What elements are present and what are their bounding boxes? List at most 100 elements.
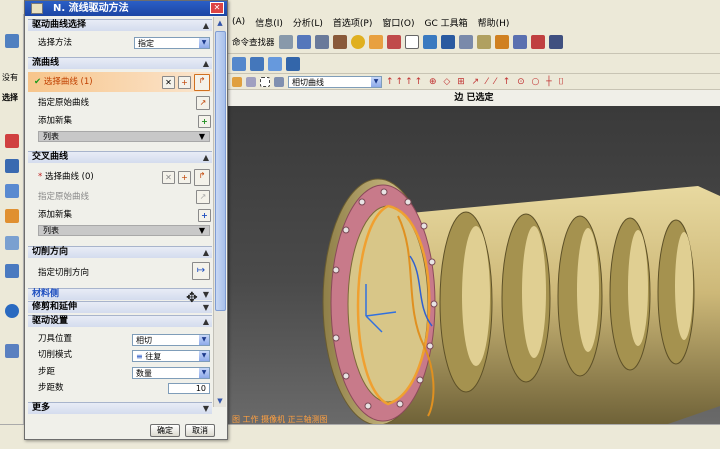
cut-direction-row: 指定切削方向: [28, 265, 212, 281]
part-icon[interactable]: [274, 76, 284, 87]
close-icon[interactable]: ✕: [210, 2, 224, 14]
check-icon: ✔: [34, 77, 42, 87]
dimension-icon[interactable]: [530, 34, 545, 49]
add-curve-icon[interactable]: +: [178, 171, 191, 184]
menu-item-analysis[interactable]: 分析(L): [293, 16, 323, 29]
scroll-down-icon[interactable]: ▼: [214, 395, 226, 407]
flow-list-bar[interactable]: 列表 ▼: [38, 131, 210, 142]
palette-icon[interactable]: [386, 34, 401, 49]
resource-geo-icon[interactable]: [5, 184, 19, 198]
cube-icon[interactable]: [422, 34, 437, 49]
menu-item-help[interactable]: 帮助(H): [478, 16, 510, 29]
cancel-button[interactable]: 取消: [185, 424, 215, 437]
spin-icon[interactable]: [512, 34, 527, 49]
section-title: 流曲线: [32, 58, 60, 68]
selection-method-select[interactable]: 指定 ▼: [134, 37, 210, 49]
menu-item-preferences[interactable]: 首选项(P): [333, 16, 372, 29]
selection-toolbar: 相切曲线 ▼ ↑↑↑↑ ⊕ ◇ ⊞ ↗ ⁄ ⁄ ↑ ⊙ ○ ┼ ⌷: [228, 74, 720, 90]
path3-icon[interactable]: [268, 56, 282, 71]
menu-item-window[interactable]: 窗口(O): [382, 16, 414, 29]
nx-application: (A) 信息(I) 分析(L) 首选项(P) 窗口(O) GC 工具箱 帮助(H…: [0, 0, 720, 449]
cross-list-bar[interactable]: 列表 ▼: [38, 225, 210, 236]
flow-add-set-label: 添加新集: [38, 116, 73, 126]
dialog-scrollbar[interactable]: ▲ ▼: [213, 17, 226, 407]
section-more[interactable]: 更多 ▼: [28, 402, 212, 414]
cross-select-curve-label: 选择曲线 (0): [44, 172, 94, 182]
select-icon[interactable]: [232, 76, 242, 87]
tool-position-select[interactable]: 相切 ▼: [132, 334, 210, 346]
curve-rule-select[interactable]: 相切曲线 ▼: [288, 75, 382, 88]
grid-icon[interactable]: [314, 34, 329, 49]
path4-icon[interactable]: [286, 56, 300, 71]
resource-info-icon[interactable]: [5, 344, 19, 358]
cut-direction-icon[interactable]: ↦: [192, 262, 210, 280]
chevron-up-icon: ▲: [202, 21, 209, 30]
section-material-side[interactable]: 材料侧 ▼: [28, 288, 212, 300]
resource-role-icon[interactable]: [5, 264, 19, 278]
resource-op-icon[interactable]: [5, 134, 19, 148]
resource-history-icon[interactable]: [5, 236, 19, 250]
resource-bar: 没有 选择: [0, 14, 24, 424]
arrow-icon[interactable]: [368, 34, 383, 49]
resource-method-icon[interactable]: [5, 209, 19, 223]
menu-item-a[interactable]: (A): [232, 17, 245, 27]
tool-icon[interactable]: [494, 34, 509, 49]
cut-mode-select[interactable]: ≡ 往复 ▼: [132, 350, 210, 362]
menu-item-info[interactable]: 信息(I): [255, 16, 283, 29]
flow-specify-origin-row: 指定原始曲线: [28, 95, 212, 111]
section-cross-curve[interactable]: 交叉曲线 ▲: [28, 151, 212, 163]
section-drive-settings[interactable]: 驱动设置 ▲: [28, 315, 212, 327]
snap-icons[interactable]: ↑↑↑↑ ⊕ ◇ ⊞ ↗ ⁄ ⁄ ↑ ⊙ ○ ┼ ⌷: [386, 77, 566, 87]
path-icon[interactable]: [232, 56, 246, 71]
flow-select-curve-label: 选择曲线 (1): [43, 77, 93, 87]
reverse-icon[interactable]: ✕: [162, 76, 175, 89]
tool-position-value: 相切: [136, 336, 152, 345]
curve-select-icon[interactable]: ↱: [194, 74, 210, 91]
chevron-down-icon: ▼: [371, 76, 381, 87]
add-set-icon[interactable]: +: [198, 115, 211, 128]
zigzag-icon: ≡: [136, 352, 146, 361]
layer-icon[interactable]: [278, 34, 293, 49]
reverse-icon[interactable]: ✕: [162, 171, 175, 184]
flow-add-set-row: 添加新集: [28, 113, 212, 129]
origin-curve-icon: ↗: [196, 190, 210, 204]
filter-icon[interactable]: [246, 76, 256, 87]
stepover-select[interactable]: 数量 ▼: [132, 367, 210, 379]
table-icon[interactable]: [458, 34, 473, 49]
shading-icon[interactable]: [332, 34, 347, 49]
section-trim-extend[interactable]: 修剪和延伸 ▼: [28, 301, 212, 313]
nx-logo-icon: [31, 3, 43, 14]
dialog-title-bar[interactable]: N. 流线驱动方法 ✕: [25, 1, 227, 16]
chevron-up-icon: ▲: [202, 248, 209, 257]
resource-nav-icon[interactable]: [5, 34, 19, 48]
menu-item-gc-toolbox[interactable]: GC 工具箱: [424, 16, 467, 29]
scroll-thumb[interactable]: [215, 31, 226, 311]
graphics-viewport[interactable]: [228, 106, 720, 424]
section-flow-curve[interactable]: 流曲线 ▲: [28, 57, 212, 69]
chevron-up-icon: ▲: [202, 153, 209, 162]
step-count-input[interactable]: 10: [168, 383, 210, 394]
resource-web-icon[interactable]: [5, 304, 19, 318]
frame-icon[interactable]: [404, 34, 419, 49]
section-drive-curve-select[interactable]: 驱动曲线选择 ▲: [28, 19, 212, 31]
section-cut-direction[interactable]: 切削方向 ▲: [28, 246, 212, 258]
add-curve-icon[interactable]: +: [178, 76, 191, 89]
scroll-up-icon[interactable]: ▲: [214, 17, 226, 29]
stepover-label: 步距: [38, 367, 56, 377]
measure-icon[interactable]: [476, 34, 491, 49]
hatch-icon[interactable]: [548, 34, 563, 49]
resource-tool-icon[interactable]: [5, 159, 19, 173]
cube2-icon[interactable]: [440, 34, 455, 49]
add-set-icon[interactable]: +: [198, 209, 211, 222]
sphere-icon[interactable]: [350, 34, 365, 49]
curve-select-icon[interactable]: ↱: [194, 169, 210, 186]
box-select-icon[interactable]: [260, 76, 270, 87]
curve-rule-value: 相切曲线: [292, 77, 324, 87]
origin-curve-icon[interactable]: ↗: [196, 96, 210, 110]
ok-button[interactable]: 确定: [150, 424, 180, 437]
chevron-down-icon: ▼: [199, 368, 209, 378]
command-finder-button[interactable]: 命令查找器: [232, 36, 275, 48]
chevron-down-icon: ▼: [199, 335, 209, 345]
path2-icon[interactable]: [250, 56, 264, 71]
view-icon[interactable]: [296, 34, 311, 49]
